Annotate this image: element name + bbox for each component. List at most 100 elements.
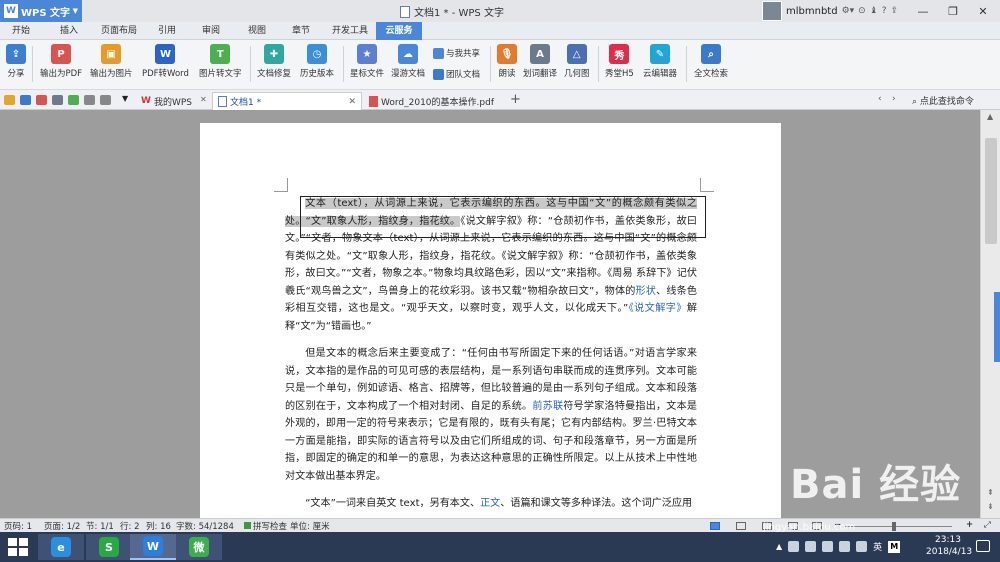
status-page-number[interactable]: 页码: 1 bbox=[4, 520, 32, 532]
zoom-in-button[interactable]: + bbox=[966, 520, 973, 530]
menu-cloud-service[interactable]: 云服务 bbox=[376, 22, 422, 40]
page-down-icon[interactable]: ⇟ bbox=[987, 502, 994, 511]
status-pages[interactable]: 页面: 1/2 bbox=[44, 520, 80, 532]
status-word-count[interactable]: 字数: 54/1284 bbox=[176, 520, 234, 532]
link-soviet[interactable]: 前苏联 bbox=[532, 401, 563, 412]
document-page[interactable]: 文本（text），从词源上来说，它表示编织的东西。这与中国“文”的概念颇有类似之… bbox=[200, 123, 781, 518]
page-up-icon[interactable]: ⇞ bbox=[987, 488, 994, 497]
battery-icon[interactable] bbox=[822, 541, 834, 552]
skin-icon[interactable]: ⊙ bbox=[858, 6, 866, 16]
zoom-slider[interactable] bbox=[844, 526, 952, 527]
chevron-up-icon[interactable]: ▲ bbox=[776, 542, 782, 551]
paragraph-2[interactable]: 但是文本的概念后来主要变成了：“任何由书写所固定下来的任何话语。”对语言学家来说… bbox=[285, 345, 697, 485]
shared-with-me-button[interactable]: 与我共享 bbox=[433, 47, 480, 59]
help-icon[interactable]: ? bbox=[882, 6, 887, 16]
shirt-icon[interactable]: ♝ bbox=[870, 6, 878, 16]
chevron-left-icon[interactable]: ‹ bbox=[878, 94, 882, 104]
wps-app-menu-button[interactable]: W WPS 文字 ▼ bbox=[0, 0, 82, 22]
menu-developer[interactable]: 开发工具 bbox=[328, 22, 372, 40]
page-view-icon[interactable] bbox=[710, 522, 720, 530]
chevron-down-icon[interactable]: ▼ bbox=[122, 94, 128, 103]
shield-icon[interactable] bbox=[788, 541, 800, 552]
outline-view-icon[interactable] bbox=[736, 522, 746, 530]
scrollbar-thumb[interactable] bbox=[985, 138, 997, 244]
wifi-icon[interactable] bbox=[839, 541, 851, 552]
pdf-to-word-button[interactable]: W PDF转Word bbox=[142, 44, 189, 79]
user-area[interactable]: mlbmnbtd ⚙▾ ⊙ ♝ ? ⇪ bbox=[762, 1, 898, 21]
menu-page-layout[interactable]: 页面布局 bbox=[97, 22, 141, 40]
close-icon[interactable]: ✕ bbox=[348, 97, 356, 107]
link-zhengwen[interactable]: 正文 bbox=[480, 498, 500, 509]
username[interactable]: mlbmnbtd bbox=[786, 6, 838, 17]
menu-insert[interactable]: 插入 bbox=[52, 22, 86, 40]
cloud-editor-button[interactable]: ✎ 云编辑器 bbox=[643, 44, 677, 79]
status-row[interactable]: 行: 2 bbox=[120, 520, 139, 532]
tab-pdf-document[interactable]: Word_2010的基本操作.pdf bbox=[364, 92, 512, 110]
settings-icon[interactable]: ⚙▾ bbox=[842, 6, 855, 16]
preview-icon[interactable] bbox=[68, 95, 79, 105]
taskbar-wps-sheets[interactable]: S bbox=[86, 534, 132, 560]
document-body[interactable]: 文本（text），从词源上来说，它表示编织的东西。这与中国“文”的概念颇有类似之… bbox=[285, 195, 697, 518]
scroll-up-icon[interactable]: ▲ bbox=[987, 112, 993, 121]
new-tab-button[interactable]: + bbox=[510, 92, 521, 107]
volume-icon[interactable] bbox=[856, 541, 868, 552]
undo-icon[interactable] bbox=[84, 95, 95, 105]
link-shape[interactable]: 形状 bbox=[636, 286, 657, 297]
zoom-slider-handle[interactable] bbox=[892, 522, 896, 531]
minimize-button[interactable]: — bbox=[908, 0, 938, 22]
export-pdf-icon[interactable] bbox=[36, 95, 47, 105]
history-version-button[interactable]: ◷ 历史版本 bbox=[300, 44, 334, 79]
share-button[interactable]: ⇪ 分享 bbox=[6, 44, 26, 79]
notification-icon[interactable] bbox=[976, 540, 990, 552]
side-panel-handle[interactable] bbox=[994, 292, 1000, 362]
system-clock[interactable]: 23:13 2018/4/13 bbox=[926, 534, 973, 558]
upload-icon[interactable]: ⇪ bbox=[891, 6, 899, 16]
taskbar-wechat[interactable]: 微 bbox=[176, 534, 222, 560]
redo-icon[interactable] bbox=[100, 95, 111, 105]
save-icon[interactable] bbox=[20, 95, 31, 105]
search-icon: ⌕ bbox=[701, 44, 721, 64]
taskbar-wps-writer[interactable]: W bbox=[130, 534, 176, 560]
close-button[interactable]: ✕ bbox=[968, 0, 998, 22]
image-to-text-button[interactable]: T 图片转文字 bbox=[199, 44, 242, 79]
ime-indicator[interactable]: M bbox=[888, 540, 901, 553]
status-unit[interactable]: 单位: 厘米 bbox=[290, 520, 330, 532]
export-pdf-button[interactable]: P 输出为PDF bbox=[40, 44, 82, 79]
menu-references[interactable]: 引用 bbox=[150, 22, 184, 40]
word-translate-button[interactable]: A 划词翻译 bbox=[523, 44, 557, 79]
language-indicator[interactable]: 英 bbox=[873, 540, 882, 553]
menu-chapter[interactable]: 章节 bbox=[284, 22, 318, 40]
roaming-docs-button[interactable]: ☁ 漫游文档 bbox=[391, 44, 425, 79]
tab-document-1[interactable]: 文档1 * ✕ bbox=[212, 92, 362, 110]
doc-repair-button[interactable]: ✚ 文档修复 bbox=[257, 44, 291, 79]
tab-my-wps[interactable]: W 我的WPS bbox=[136, 92, 197, 110]
menu-view[interactable]: 视图 bbox=[240, 22, 274, 40]
restore-button[interactable]: ❐ bbox=[938, 0, 968, 22]
spell-check-toggle[interactable]: 拼写检查 bbox=[244, 520, 287, 532]
team-docs-button[interactable]: 团队文档 bbox=[433, 68, 480, 80]
star-files-button[interactable]: ★ 星标文件 bbox=[350, 44, 384, 79]
menu-review[interactable]: 审阅 bbox=[194, 22, 228, 40]
paragraph-3[interactable]: “文本”一词来自英文 text，另有本文、正文、语篇和课文等多种译法。这个词广泛… bbox=[285, 495, 697, 513]
taskbar-browser[interactable]: e bbox=[38, 534, 84, 560]
geometry-icon: △ bbox=[566, 44, 587, 64]
close-icon[interactable]: ✕ bbox=[200, 95, 207, 104]
read-aloud-button[interactable]: 🎙 朗读 bbox=[497, 44, 517, 79]
command-search[interactable]: ⌕ 点此查找命令 bbox=[912, 94, 974, 107]
network-icon[interactable] bbox=[805, 541, 817, 552]
xiutang-h5-button[interactable]: 秀 秀堂H5 bbox=[605, 44, 634, 79]
status-section[interactable]: 节: 1/1 bbox=[86, 520, 114, 532]
windows-start-icon[interactable] bbox=[8, 538, 28, 556]
export-image-button[interactable]: ▣ 输出为图片 bbox=[90, 44, 133, 79]
geometry-button[interactable]: △ 几何图 bbox=[564, 44, 590, 79]
fulltext-search-button[interactable]: ⌕ 全文检索 bbox=[694, 44, 728, 79]
chevron-right-icon[interactable]: › bbox=[892, 94, 896, 104]
print-icon[interactable] bbox=[52, 95, 63, 105]
status-column[interactable]: 列: 16 bbox=[146, 520, 171, 532]
link-shuowen[interactable]: 《说文解字》 bbox=[628, 303, 687, 314]
clock-date: 2018/4/13 bbox=[926, 547, 973, 557]
menu-home[interactable]: 开始 bbox=[4, 22, 38, 40]
avatar[interactable] bbox=[762, 1, 782, 21]
open-folder-icon[interactable] bbox=[4, 95, 15, 105]
expand-icon[interactable]: ⤢ bbox=[984, 520, 991, 530]
